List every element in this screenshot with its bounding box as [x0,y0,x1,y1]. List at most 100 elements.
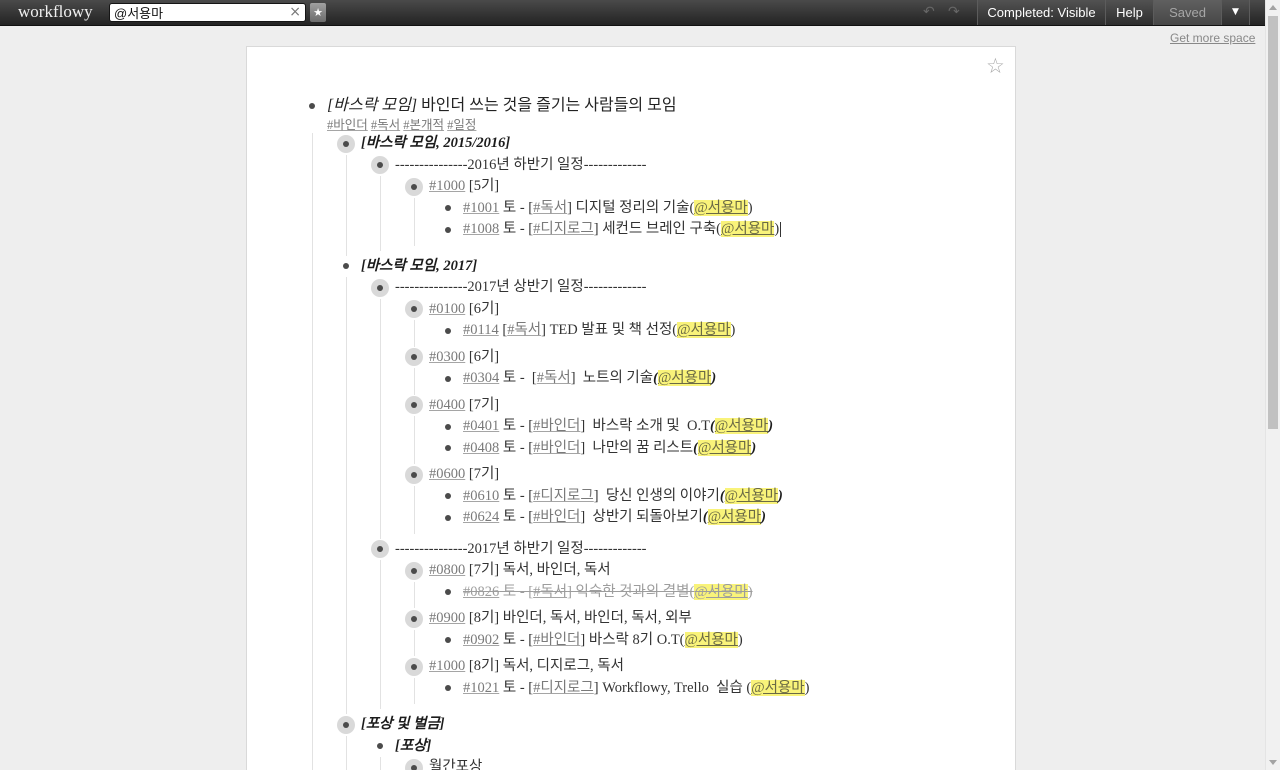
tag-link[interactable]: #디지로그 [533,680,594,696]
outline-item[interactable]: #1021 토 - [#디지로그] Workflowy, Trello 실습 (… [445,678,809,700]
tag-link[interactable]: #1000 [429,658,465,674]
outline-item[interactable]: [포상 및 벌금] [337,714,809,736]
mention-tag[interactable]: @서용마 [721,221,775,237]
star-search-button[interactable]: ★ [310,3,326,22]
bullet-icon[interactable] [439,221,457,239]
outline-item[interactable]: #0304 토 - [#독서] 노트의 기술(@서용마) [445,368,809,390]
mention-tag[interactable]: @서용마 [707,509,762,525]
tag-link[interactable]: #디지로그 [533,488,594,504]
tag-link[interactable]: #0400 [429,397,465,413]
mention-tag[interactable]: @서용마 [657,370,712,386]
item-content[interactable]: #0100 [6기] [429,301,499,317]
item-content[interactable]: #0304 토 - [#독서] 노트의 기술(@서용마) [463,370,716,386]
bullet-icon[interactable] [371,737,389,755]
scrollbar-thumb[interactable] [1268,16,1278,429]
parent-bullet-icon[interactable] [371,278,389,297]
outline-item[interactable]: #0408 토 - [#바인더] 나만의 꿈 리스트(@서용마) [445,438,809,460]
bullet-icon[interactable] [439,509,457,527]
mention-tag[interactable]: @서용마 [694,583,748,600]
mention-tag[interactable]: @서용마 [751,679,805,696]
parent-bullet-icon[interactable] [371,156,389,175]
completed-visibility-button[interactable]: Completed: Visible [977,0,1105,25]
outline-item[interactable]: #0610 토 - [#디지로그] 당신 인생의 이야기(@서용마) [445,486,809,508]
bullet-icon[interactable] [439,418,457,436]
outline-item[interactable]: #0800 [7기] 독서, 바인더, 독서 [405,560,809,582]
tag-link[interactable]: #바인더 [327,118,368,132]
outline-item[interactable]: [포상] [377,736,809,758]
outline-item[interactable]: #0624 토 - [#바인더] 상반기 되돌아보기(@서용마) [445,507,809,529]
tag-link[interactable]: #0900 [429,610,465,626]
item-content[interactable]: #1001 토 - [#독서] 디지털 정리의 기술(@서용마) [463,199,753,216]
parent-bullet-icon[interactable] [337,715,355,734]
tag-link[interactable]: #바인더 [533,632,580,648]
outline-item[interactable]: #0114 [#독서] TED 발표 및 책 선정(@서용마) [445,320,809,342]
outline-item[interactable]: [바스락 모임, 2015/2016] [337,133,809,155]
outline-item[interactable]: [바스락 모임] 바인더 쓰는 것을 즐기는 사람들의 모임 [309,95,809,117]
item-content[interactable]: #0826 토 - [#독서] 익숙한 것과의 결별(@서용마) [463,583,753,600]
tag-link[interactable]: #독서 [533,200,567,216]
tag-link[interactable]: #0401 [463,418,499,434]
item-content[interactable]: [바스락 모임, 2017] [361,258,477,274]
mention-tag[interactable]: @서용마 [714,418,769,434]
tag-link[interactable]: #0114 [463,322,499,338]
bullet-icon[interactable] [439,199,457,217]
help-button[interactable]: Help [1105,0,1153,25]
tag-link[interactable]: #0624 [463,509,499,525]
parent-bullet-icon[interactable] [405,396,423,415]
tag-link[interactable]: #0408 [463,440,499,456]
tag-link[interactable]: #0826 [463,584,499,600]
tag-link[interactable]: #바인더 [533,509,580,525]
outline-item[interactable]: #0400 [7기] [405,395,809,417]
item-content[interactable]: #0400 [7기] [429,397,499,413]
get-more-space-link[interactable]: Get more space [1170,31,1255,45]
bullet-icon[interactable] [439,439,457,457]
item-content[interactable]: ---------------2017년 하반기 일정------------- [395,541,647,557]
outline-item[interactable]: ---------------2016년 하반기 일정------------- [371,155,809,177]
scrollbar[interactable] [1265,0,1280,770]
star-icon[interactable]: ☆ [986,54,1005,78]
tag-link[interactable]: #1021 [463,680,499,696]
item-content[interactable]: ---------------2016년 하반기 일정------------- [395,157,647,173]
redo-icon[interactable]: ↷ [948,3,960,21]
item-content[interactable]: [바스락 모임] 바인더 쓰는 것을 즐기는 사람들의 모임 [327,97,677,114]
outline-item[interactable]: #1000 [5기] [405,176,809,198]
mention-tag[interactable]: @서용마 [694,199,748,216]
bullet-icon[interactable] [439,370,457,388]
outline-item[interactable]: #0300 [6기] [405,347,809,369]
outline-item[interactable]: #0900 [8기] 바인더, 독서, 바인더, 독서, 외부 [405,608,809,630]
tag-link[interactable]: #바인더 [533,418,580,434]
bullet-icon[interactable] [439,487,457,505]
mention-tag[interactable]: @서용마 [724,487,779,504]
item-content[interactable]: #0624 토 - [#바인더] 상반기 되돌아보기(@서용마) [463,509,766,525]
clear-search-icon[interactable]: × [289,4,301,21]
parent-bullet-icon[interactable] [405,609,423,628]
parent-bullet-icon[interactable] [405,177,423,196]
mention-tag[interactable]: @서용마 [677,322,731,338]
item-content[interactable]: [포상] [395,738,431,754]
bullet-icon[interactable] [439,583,457,601]
outline-item[interactable]: 월간포상 [405,757,809,770]
bullet-icon[interactable] [439,631,457,649]
item-content[interactable]: #0610 토 - [#디지로그] 당신 인생의 이야기(@서용마) [463,487,783,504]
item-content[interactable]: #0800 [7기] 독서, 바인더, 독서 [429,562,611,578]
parent-bullet-icon[interactable] [371,540,389,559]
chevron-down-icon[interactable]: ▼ [1221,0,1250,25]
outline-item[interactable]: #1008 토 - [#디지로그] 세컨드 브레인 구축(@서용마) [445,219,809,241]
app-logo[interactable]: workflowy [18,2,93,22]
outline-item[interactable]: #1000 [8기] 독서, 디지로그, 독서 [405,656,809,678]
tag-link[interactable]: #1001 [463,200,499,216]
bullet-icon[interactable] [303,97,321,115]
item-content[interactable]: [바스락 모임, 2015/2016] [361,135,510,151]
completed-outline-item[interactable]: #0826 토 - [#독서] 익숙한 것과의 결별(@서용마) [445,582,809,604]
item-note[interactable]: #바인더 #독서 #본개적 #일정 [312,117,809,133]
tag-link[interactable]: #독서 [507,322,541,338]
outline-item[interactable]: #0100 [6기] [405,299,809,321]
bullet-icon[interactable] [439,679,457,697]
item-content[interactable]: #1000 [5기] [429,178,499,194]
item-content[interactable]: #1008 토 - [#디지로그] 세컨드 브레인 구축(@서용마) [463,221,782,238]
tag-link[interactable]: #1000 [429,178,465,194]
bullet-icon[interactable] [337,257,355,275]
tag-link[interactable]: #일정 [447,118,476,132]
tag-link[interactable]: #0100 [429,301,465,317]
parent-bullet-icon[interactable] [337,134,355,153]
